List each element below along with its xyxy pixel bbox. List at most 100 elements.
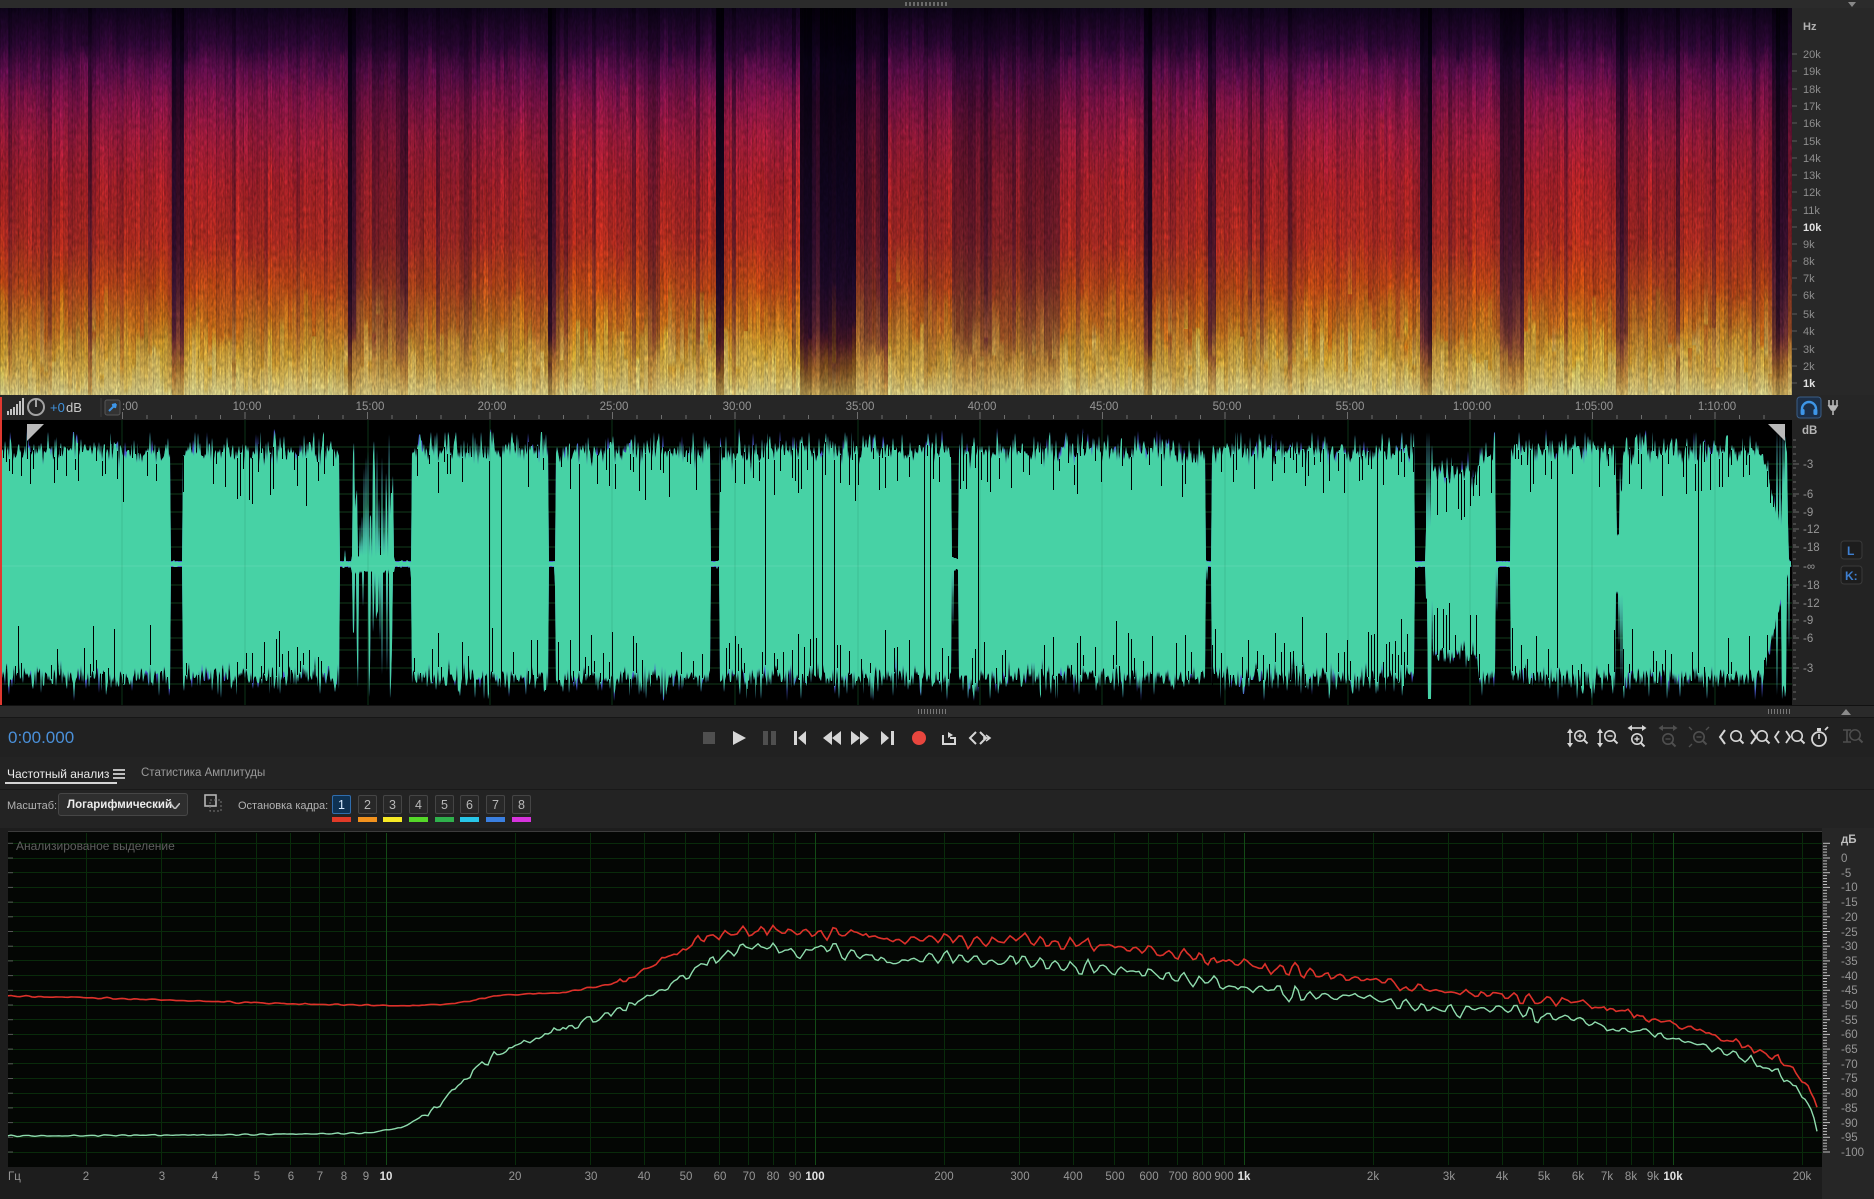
svg-text:80: 80 — [767, 1171, 780, 1183]
svg-text:4k: 4k — [1803, 326, 1815, 338]
svg-text:14k: 14k — [1803, 153, 1821, 165]
svg-text:40: 40 — [638, 1171, 651, 1183]
svg-text:-70: -70 — [1841, 1059, 1858, 1071]
svg-text:35:00: 35:00 — [846, 401, 875, 413]
svg-text:17k: 17k — [1803, 101, 1821, 113]
svg-text:-18: -18 — [1803, 542, 1820, 554]
svg-text:1:05:00: 1:05:00 — [1575, 401, 1613, 413]
svg-text:500: 500 — [1105, 1171, 1124, 1183]
svg-text:dB: dB — [1802, 425, 1817, 437]
svg-text:3k: 3k — [1803, 344, 1815, 356]
svg-text:9: 9 — [363, 1171, 369, 1183]
svg-text:12k: 12k — [1803, 187, 1821, 199]
svg-text:30:00: 30:00 — [723, 401, 752, 413]
svg-text:4: 4 — [212, 1171, 219, 1183]
svg-text:55:00: 55:00 — [1336, 401, 1365, 413]
svg-text:19k: 19k — [1803, 66, 1821, 78]
svg-text:dB: dB — [66, 400, 82, 415]
svg-text:11k: 11k — [1803, 205, 1820, 217]
svg-text:-18: -18 — [1803, 580, 1820, 592]
svg-text:3k: 3k — [1443, 1171, 1455, 1183]
svg-text:-5: -5 — [1841, 868, 1851, 880]
svg-text:10k: 10k — [1803, 222, 1822, 234]
svg-text:-10: -10 — [1841, 882, 1858, 894]
svg-text:-85: -85 — [1841, 1103, 1858, 1115]
svg-text:9k: 9k — [1647, 1171, 1659, 1183]
svg-text:8: 8 — [341, 1171, 347, 1183]
svg-text:800: 800 — [1192, 1171, 1211, 1183]
svg-text:-50: -50 — [1841, 1000, 1858, 1012]
svg-text:300: 300 — [1010, 1171, 1029, 1183]
svg-text:600: 600 — [1139, 1171, 1158, 1183]
svg-text:2k: 2k — [1803, 361, 1815, 373]
svg-text:700: 700 — [1168, 1171, 1187, 1183]
svg-text:8k: 8k — [1803, 256, 1815, 268]
svg-text:20k: 20k — [1803, 49, 1821, 61]
svg-text:-55: -55 — [1841, 1015, 1858, 1027]
svg-text:200: 200 — [934, 1171, 953, 1183]
svg-text:-35: -35 — [1841, 956, 1858, 968]
svg-text:Hz: Hz — [1803, 21, 1817, 33]
svg-text:60: 60 — [714, 1171, 727, 1183]
svg-text:-40: -40 — [1841, 971, 1858, 983]
svg-text:L: L — [1847, 544, 1854, 558]
svg-text:30: 30 — [585, 1171, 598, 1183]
svg-text:10k: 10k — [1663, 1171, 1683, 1183]
svg-text:K:: K: — [1845, 569, 1858, 583]
svg-text:-65: -65 — [1841, 1044, 1858, 1056]
svg-text:7k: 7k — [1803, 273, 1815, 285]
svg-text:-12: -12 — [1803, 598, 1820, 610]
svg-text:-30: -30 — [1841, 941, 1858, 953]
svg-text:90: 90 — [789, 1171, 802, 1183]
svg-text:10:00: 10:00 — [233, 401, 262, 413]
svg-text:7k: 7k — [1601, 1171, 1613, 1183]
svg-text:50: 50 — [680, 1171, 693, 1183]
svg-text:1:00:00: 1:00:00 — [1453, 401, 1491, 413]
svg-text:16k: 16k — [1803, 118, 1821, 130]
svg-text:40:00: 40:00 — [968, 401, 997, 413]
svg-text:-60: -60 — [1841, 1029, 1858, 1041]
svg-text:25:00: 25:00 — [600, 401, 629, 413]
svg-text:-100: -100 — [1841, 1147, 1864, 1159]
svg-text:3: 3 — [159, 1171, 165, 1183]
svg-text:7: 7 — [317, 1171, 323, 1183]
svg-text:-6: -6 — [1803, 633, 1813, 645]
svg-text:-∞: -∞ — [1803, 561, 1815, 573]
svg-text:1:10:00: 1:10:00 — [1698, 401, 1736, 413]
svg-text:1k: 1k — [1803, 378, 1816, 390]
svg-text:10: 10 — [380, 1171, 393, 1183]
svg-text:70: 70 — [743, 1171, 756, 1183]
svg-text::00: :00 — [122, 401, 138, 413]
svg-text:45:00: 45:00 — [1090, 401, 1119, 413]
svg-text:5k: 5k — [1538, 1171, 1550, 1183]
svg-text:2: 2 — [83, 1171, 89, 1183]
svg-text:Гц: Гц — [8, 1171, 21, 1183]
svg-text:-3: -3 — [1803, 459, 1813, 471]
svg-text:50:00: 50:00 — [1213, 401, 1242, 413]
svg-text:-80: -80 — [1841, 1088, 1858, 1100]
svg-text:-90: -90 — [1841, 1118, 1858, 1130]
svg-text:20:00: 20:00 — [478, 401, 507, 413]
svg-text:1k: 1k — [1238, 1171, 1251, 1183]
svg-text:6: 6 — [288, 1171, 294, 1183]
svg-text:-75: -75 — [1841, 1073, 1858, 1085]
svg-text:5k: 5k — [1803, 309, 1815, 321]
svg-text:-9: -9 — [1803, 507, 1813, 519]
svg-text:2k: 2k — [1367, 1171, 1379, 1183]
svg-text:дБ: дБ — [1841, 834, 1857, 846]
svg-text:+0: +0 — [50, 400, 65, 415]
svg-text:-9: -9 — [1803, 615, 1813, 627]
svg-text:-20: -20 — [1841, 912, 1858, 924]
svg-text:15k: 15k — [1803, 136, 1821, 148]
svg-text:6k: 6k — [1572, 1171, 1584, 1183]
svg-text:-25: -25 — [1841, 927, 1858, 939]
svg-text:20: 20 — [509, 1171, 522, 1183]
svg-text:15:00: 15:00 — [356, 401, 385, 413]
svg-text:100: 100 — [805, 1171, 824, 1183]
svg-text:20k: 20k — [1793, 1171, 1812, 1183]
svg-text:6k: 6k — [1803, 290, 1815, 302]
svg-text:9k: 9k — [1803, 239, 1815, 251]
svg-text:13k: 13k — [1803, 170, 1821, 182]
svg-text:8k: 8k — [1625, 1171, 1637, 1183]
svg-text:4k: 4k — [1496, 1171, 1508, 1183]
